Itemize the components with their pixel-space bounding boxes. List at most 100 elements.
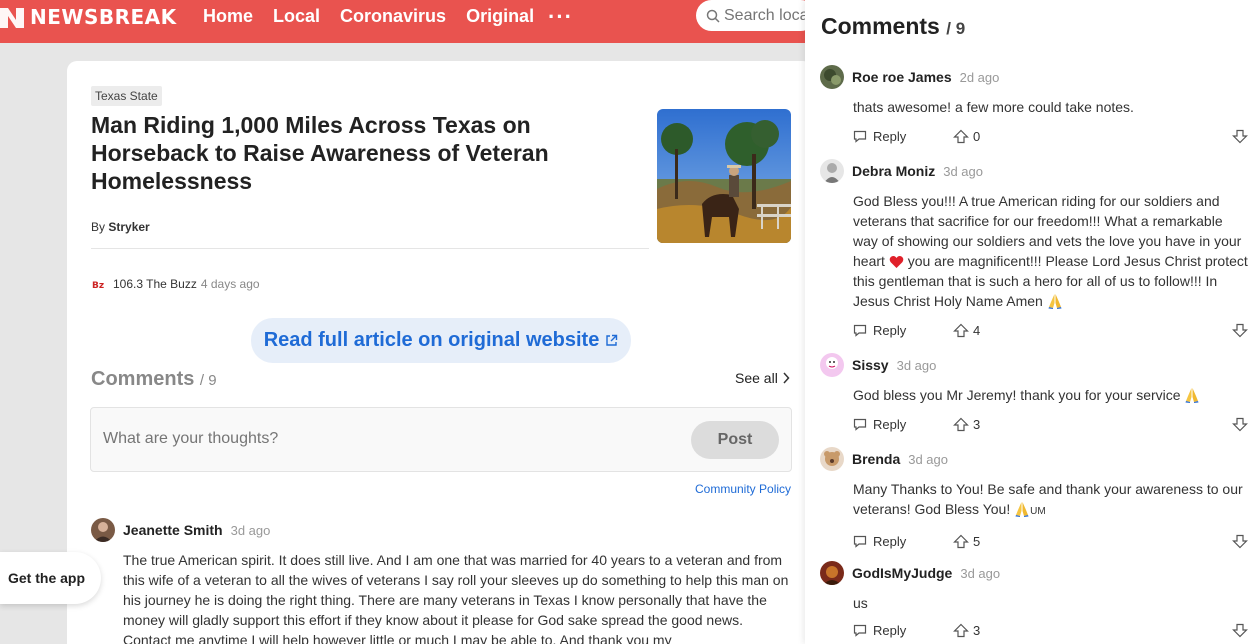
divider — [91, 248, 649, 249]
comment-item: Sissy 3d ago God bless you Mr Jeremy! th… — [820, 353, 1249, 435]
avatar[interactable] — [820, 159, 844, 183]
reply-label: Reply — [873, 129, 907, 144]
svg-text:Bz: Bz — [92, 281, 104, 291]
commenter-name[interactable]: GodIsMyJudge — [852, 565, 952, 581]
comment-time: 3d ago — [943, 163, 983, 179]
thumbs-up-icon — [953, 323, 969, 338]
downvote-button[interactable] — [1232, 417, 1248, 435]
reply-button[interactable]: Reply — [853, 534, 906, 549]
article-comment: Jeanette Smith 3d ago The true American … — [91, 518, 791, 644]
downvote-button[interactable] — [1232, 323, 1248, 341]
article-source[interactable]: Bz 106.3 The Buzz 4 days ago — [91, 276, 260, 292]
article-title: Man Riding 1,000 Miles Across Texas on H… — [91, 112, 549, 194]
praying-hands-icon — [1015, 502, 1029, 517]
avatar[interactable] — [820, 561, 844, 585]
reply-button[interactable]: Reply — [853, 417, 906, 432]
vote-count: 0 — [973, 129, 981, 144]
newsbreak-logo-icon — [0, 8, 24, 28]
avatar[interactable] — [820, 447, 844, 471]
external-link-icon — [606, 334, 618, 346]
upvote-button[interactable]: 3 — [953, 623, 980, 638]
comment-time: 2d ago — [959, 69, 1000, 85]
source-name[interactable]: 106.3 The Buzz — [113, 277, 197, 291]
reply-button[interactable]: Reply — [853, 323, 906, 338]
downvote-button[interactable] — [1232, 129, 1248, 147]
article-card: Texas State Man Riding 1,000 Miles Acros… — [67, 61, 813, 644]
comments-count: / 9 — [199, 372, 217, 389]
comment-item: Debra Moniz 3d ago God Bless you!!! A tr… — [820, 159, 1249, 341]
commenter-name[interactable]: Jeanette Smith — [123, 522, 223, 538]
newsbreak-logo[interactable]: NEWSBREAK — [0, 4, 177, 30]
reply-label: Reply — [873, 323, 907, 338]
comment-text: God Bless you!!! A true American riding … — [853, 191, 1248, 311]
comment-text: us — [853, 595, 868, 611]
upvote-button[interactable]: 4 — [953, 323, 980, 338]
source-logo-icon: Bz — [91, 276, 107, 292]
comment-actions: Reply 5 — [853, 534, 1249, 552]
community-policy-link[interactable]: Community Policy — [695, 482, 791, 496]
reply-icon — [853, 418, 867, 431]
comments-label: Comments — [91, 368, 195, 390]
commenter-name[interactable]: Debra Moniz — [852, 163, 935, 179]
more-menu-icon[interactable]: ··· — [548, 4, 573, 30]
comment-actions: Reply 4 — [853, 323, 1249, 341]
search-bar[interactable] — [696, 0, 816, 31]
avatar[interactable] — [820, 353, 844, 377]
thumbs-down-icon — [1232, 534, 1248, 549]
logo-text: NEWSBREAK — [30, 5, 177, 29]
praying-hands-icon — [1048, 294, 1062, 309]
panel-title: Comments / 9 — [821, 13, 965, 40]
downvote-button[interactable] — [1232, 623, 1248, 641]
reply-icon — [853, 130, 867, 143]
upvote-button[interactable]: 5 — [953, 534, 980, 549]
reply-icon — [853, 535, 867, 548]
nav-coronavirus[interactable]: Coronavirus — [340, 6, 446, 26]
thumbs-up-icon — [953, 623, 969, 638]
comment-text-part: God bless you Mr Jeremy! thank you for y… — [853, 387, 1185, 403]
commenter-name[interactable]: Brenda — [852, 451, 900, 467]
reply-label: Reply — [873, 534, 907, 549]
thumbs-down-icon — [1232, 623, 1248, 638]
article-tag[interactable]: Texas State — [91, 86, 162, 106]
avatar[interactable] — [820, 65, 844, 89]
comment-actions: Reply 3 — [853, 623, 1249, 641]
read-full-article-button[interactable]: Read full article on original website — [251, 318, 631, 363]
upvote-button[interactable]: 0 — [953, 129, 980, 144]
nav-original[interactable]: Original — [466, 6, 534, 26]
thumbs-up-icon — [953, 129, 969, 144]
thumbs-down-icon — [1232, 323, 1248, 338]
chevron-right-icon — [783, 372, 790, 384]
nav-local[interactable]: Local — [273, 6, 320, 26]
reply-button[interactable]: Reply — [853, 623, 906, 638]
article-thumbnail[interactable] — [657, 109, 791, 243]
reply-button[interactable]: Reply — [853, 129, 906, 144]
downvote-button[interactable] — [1232, 534, 1248, 552]
comment-input[interactable] — [103, 430, 603, 448]
reply-label: Reply — [873, 417, 907, 432]
commenter-name[interactable]: Roe roe James — [852, 69, 952, 85]
thumbs-down-icon — [1232, 129, 1248, 144]
comment-text: Many Thanks to You! Be safe and thank yo… — [853, 479, 1248, 522]
commenter-name[interactable]: Sissy — [852, 357, 889, 373]
comment-composer: Post — [90, 407, 792, 472]
comment-text: The true American spirit. It does still … — [123, 552, 789, 644]
upvote-button[interactable]: 3 — [953, 417, 980, 432]
thumbs-up-icon — [953, 534, 969, 549]
red-heart-icon — [889, 256, 904, 268]
byline: By Stryker — [91, 220, 150, 234]
comment-text-part: Many Thanks to You! Be safe and thank yo… — [853, 481, 1243, 517]
comment-time: 3d ago — [908, 451, 948, 467]
comment-actions: Reply 0 — [853, 129, 1249, 147]
see-all-link[interactable]: See all — [735, 370, 790, 386]
comment-time: 3d ago — [896, 357, 937, 373]
nav-home[interactable]: Home — [203, 6, 253, 26]
thumbs-up-icon — [953, 417, 969, 432]
search-input[interactable] — [724, 6, 814, 25]
get-the-app-button[interactable]: Get the app — [0, 552, 101, 604]
comment-item: Roe roe James 2d ago thats awesome! a fe… — [820, 65, 1249, 147]
post-button[interactable]: Post — [691, 421, 779, 459]
vote-count: 3 — [973, 623, 981, 638]
avatar[interactable] — [91, 518, 115, 542]
comment-text: thats awesome! a few more could take not… — [853, 99, 1134, 115]
panel-comment-count: / 9 — [946, 19, 966, 38]
